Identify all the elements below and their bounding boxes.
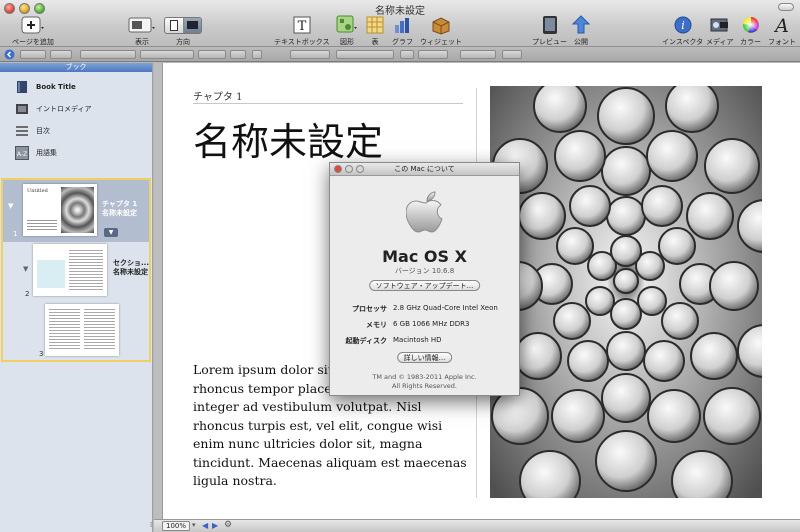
add-page-button[interactable]: ページを追加 [12,15,54,47]
film-icon [14,102,30,116]
document-title[interactable]: 名称未設定 [193,111,383,166]
about-close-button[interactable] [334,165,342,173]
svg-text:i: i [681,19,685,32]
section-label: セクショ... 名称未設定 [113,259,149,276]
table-icon [366,15,384,35]
add-page-icon [21,15,45,35]
font-a-icon: A [774,15,790,35]
chart-icon [393,15,413,35]
view-icon [128,15,156,35]
fonts-button[interactable]: A フォント [768,15,796,47]
resize-handle-icon[interactable]: ⁞ [150,521,152,529]
color-wheel-icon [742,15,760,35]
toolbar-toggle-button[interactable] [778,3,794,11]
orientation-control[interactable]: 方向 [164,15,202,47]
style-popup[interactable] [20,50,46,59]
widget-button[interactable]: ウィジェット [420,15,462,47]
chapter-menu-icon[interactable]: ▼ [104,228,118,237]
processor-row: プロセッサ 2.8 GHz Quad-Core Intel Xeon [352,304,498,313]
bold-italic-underline-group[interactable] [290,50,330,59]
about-titlebar: この Mac について [330,163,519,176]
shapes-icon [336,15,358,35]
next-page-icon[interactable]: ▶ [212,521,218,530]
about-minimize-button [345,165,353,173]
sidebar-header: ブック [0,63,152,72]
book-icon [14,80,30,94]
startup-disk-row: 起動ディスク Macintosh HD [345,336,442,345]
svg-text:T: T [297,19,306,34]
line-spacing-icon[interactable] [400,50,414,59]
alignment-group[interactable] [336,50,394,59]
ipad-preview-icon [542,15,558,35]
glossary-icon: A-Z [14,146,30,160]
flower-image[interactable] [490,86,762,498]
textbox-button[interactable]: T テキストボックス [274,15,330,47]
zoom-popup[interactable]: 100% [162,521,191,531]
about-zoom-button [356,165,364,173]
chapter-1-thumbnail[interactable]: Untitled [23,184,97,236]
publish-button[interactable]: 公開 [572,15,590,47]
chapter-label[interactable]: チャプタ 1 [193,88,242,103]
sidebar-item-intro-media[interactable]: イントロメディア [0,98,152,120]
page-3-thumbnail[interactable] [45,304,119,356]
preview-button[interactable]: プレビュー [532,15,567,47]
sidebar-item-toc[interactable]: 目次 [0,120,152,142]
status-bar: ⁞ 100% ▾ ◀ ▶ ⚙ [150,519,800,532]
columns-popup[interactable] [418,50,448,59]
styles-drawer-icon[interactable] [4,49,15,60]
window-toolbar: 名称未設定 ページを追加 表示 方向 T テキストボックス 図形 表 グラフ ウ… [0,0,800,47]
apple-logo-icon [406,191,443,233]
publish-arrow-icon [572,15,590,35]
sidebar-item-book-title[interactable]: Book Title [0,76,152,98]
table-button[interactable]: 表 [366,15,384,47]
font-family-popup[interactable] [80,50,136,59]
page-thumbnails: ▼ Untitled 1 チャプタ 1 名称未設定 ▼ ▼ 2 セクショ... … [1,178,151,362]
action-gear-icon[interactable]: ⚙ [224,520,232,530]
chapter-divider [193,103,463,104]
wrap-popup[interactable] [502,50,522,59]
thumbnail-flower-image [61,187,94,233]
font-typeface-popup[interactable] [140,50,194,59]
sidebar-item-glossary[interactable]: A-Z 用語集 [0,142,152,164]
landscape-icon[interactable] [183,17,201,33]
svg-text:A: A [774,15,789,35]
more-info-button[interactable]: 詳しい情報... [396,352,453,363]
zoom-arrow-icon: ▾ [192,521,196,529]
format-bar [0,47,800,62]
media-icon [709,15,731,35]
orientation-segmented[interactable] [164,16,202,34]
highlight-well[interactable] [252,50,262,59]
view-button[interactable]: 表示 [128,15,156,47]
font-size-field[interactable] [198,50,226,59]
list-popup[interactable] [50,50,72,59]
chart-button[interactable]: グラフ [392,15,413,47]
media-button[interactable]: メディア [706,15,734,47]
svg-text:A-Z: A-Z [17,151,27,158]
previous-page-icon[interactable]: ◀ [202,521,208,530]
os-version[interactable]: バージョン 10.6.8 [330,266,519,276]
software-update-button[interactable]: ソフトウェア・アップデート... [368,280,481,291]
chapter-1-label: チャプタ 1 名称未設定 [102,200,138,217]
widget-icon [430,15,452,35]
copyright-text: TM and © 1983-2011 Apple Inc. All Rights… [372,373,477,390]
colors-button[interactable]: カラー [740,15,761,47]
about-this-mac-dialog: この Mac について Mac OS X バージョン 10.6.8 ソフトウェア… [329,162,520,396]
section-disclosure-icon[interactable]: ▼ [23,265,28,273]
disclosure-triangle-icon[interactable]: ▼ [8,202,13,210]
text-color-well[interactable] [230,50,246,59]
textbox-icon: T [292,15,312,35]
list-icon [14,124,30,138]
inspector-button[interactable]: i インスペクタ [662,15,703,47]
section-thumbnail[interactable] [33,244,107,296]
info-icon: i [674,15,692,35]
memory-row: メモリ 6 GB 1066 MHz DDR3 [366,320,470,329]
os-name: Mac OS X [382,247,467,266]
shapes-button[interactable]: 図形 [336,15,358,47]
list-style-popup[interactable] [460,50,496,59]
portrait-icon[interactable] [165,18,183,33]
